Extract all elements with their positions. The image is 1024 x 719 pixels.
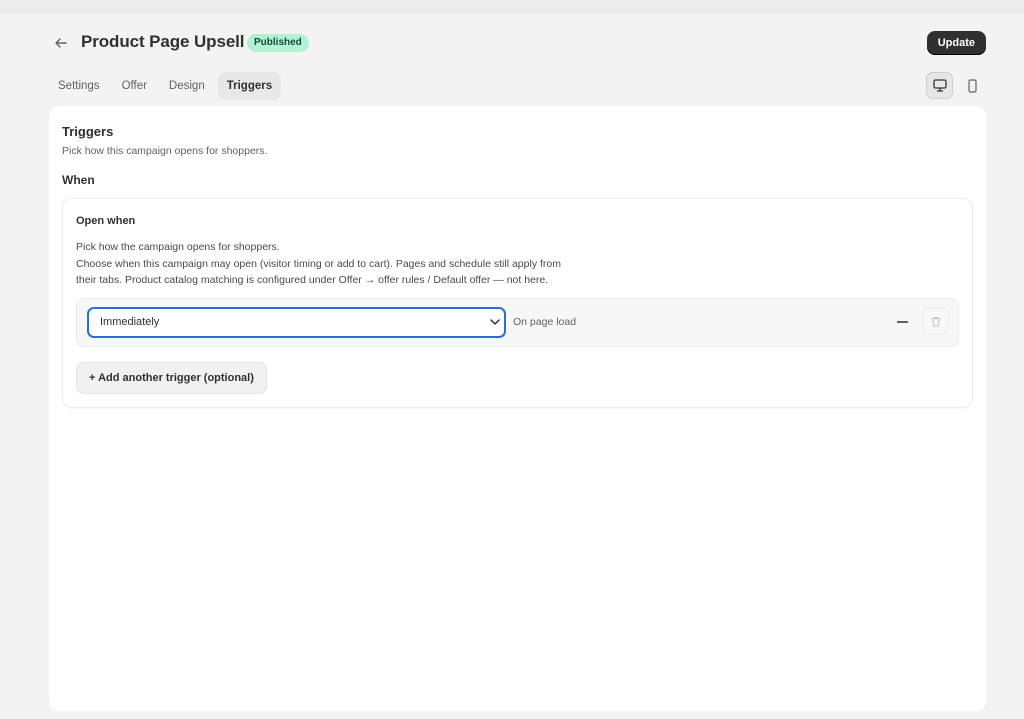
description-line: Choose when this campaign may open (visi…	[76, 257, 561, 270]
arrow-left-icon	[55, 38, 67, 48]
section-title: Triggers	[62, 124, 114, 139]
mobile-icon	[968, 78, 977, 93]
back-button[interactable]	[49, 32, 73, 54]
top-band	[0, 0, 1024, 14]
tab-triggers[interactable]: Triggers	[217, 72, 282, 100]
triggers-card: Triggers Pick how this campaign opens fo…	[49, 106, 986, 711]
description-line: their tabs. Product catalog matching is …	[76, 274, 549, 286]
collapse-button[interactable]	[892, 311, 912, 333]
desktop-icon	[932, 79, 947, 92]
description-line: Pick how the campaign opens for shoppers…	[76, 241, 280, 253]
trigger-select-value: Immediately	[100, 316, 160, 328]
update-button[interactable]: Update	[926, 31, 986, 55]
page-header: Product Page Upsell Published Update	[49, 28, 986, 58]
mobile-preview-button[interactable]	[959, 72, 986, 99]
add-trigger-button[interactable]: + Add another trigger (optional)	[76, 362, 267, 394]
when-heading: When	[62, 173, 95, 187]
trash-icon	[930, 316, 941, 327]
tab-settings[interactable]: Settings	[49, 72, 109, 100]
tab-design[interactable]: Design	[160, 72, 214, 100]
trigger-select[interactable]: Immediately	[87, 307, 506, 338]
open-when-panel: Open when Pick how the campaign opens fo…	[62, 198, 973, 408]
minus-icon	[896, 321, 908, 323]
page-title: Product Page Upsell	[81, 32, 245, 51]
trigger-row: Immediately On page load	[76, 298, 959, 347]
delete-trigger-button[interactable]	[922, 308, 949, 335]
chevron-down-icon	[490, 319, 500, 325]
desktop-preview-button[interactable]	[926, 72, 953, 99]
device-toggle	[926, 72, 986, 99]
open-when-title: Open when	[76, 215, 136, 227]
open-when-description: Pick how the campaign opens for shoppers…	[76, 239, 636, 289]
trigger-hint: On page load	[513, 316, 577, 328]
tab-bar: Settings Offer Design Triggers	[49, 72, 282, 100]
tab-offer[interactable]: Offer	[113, 72, 156, 100]
status-badge: Published	[247, 34, 309, 52]
section-subtitle: Pick how this campaign opens for shopper…	[62, 145, 268, 157]
